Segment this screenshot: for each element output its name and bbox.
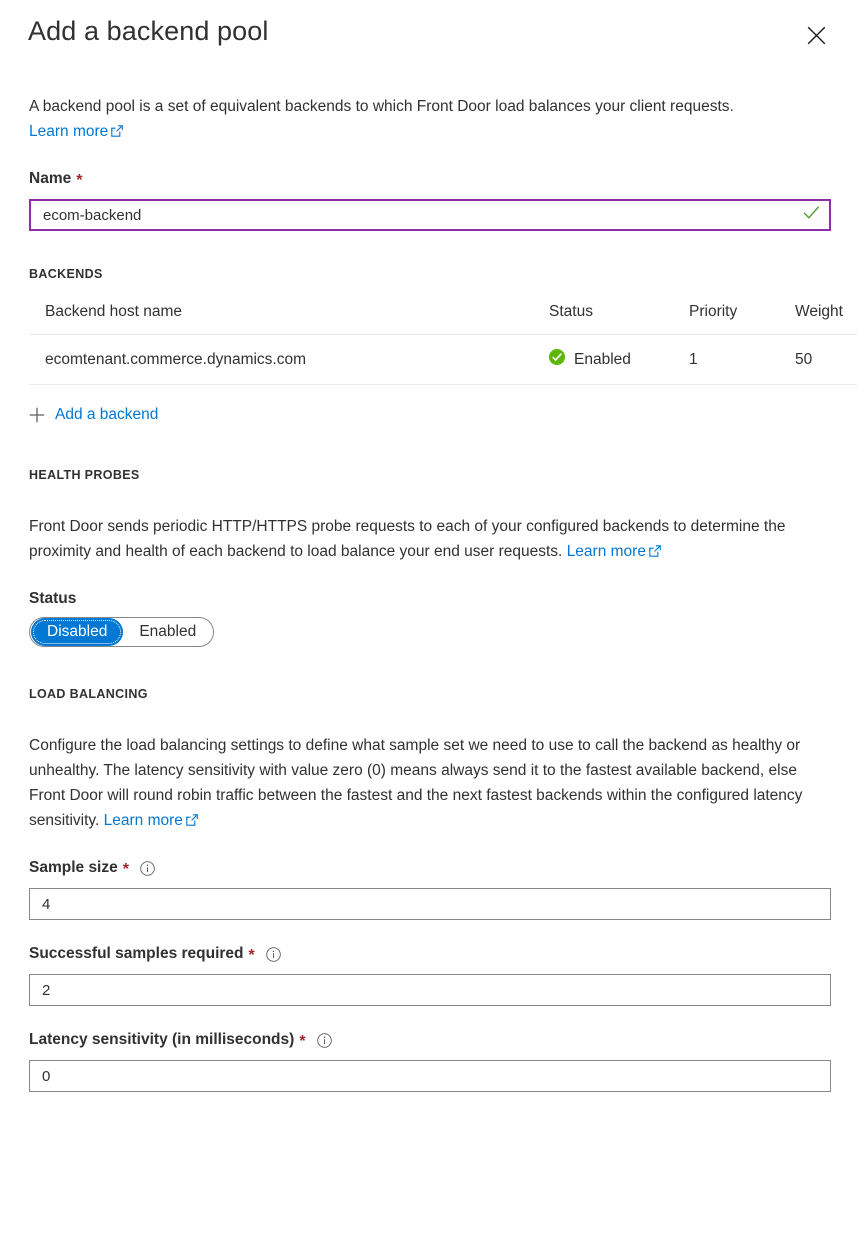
column-header-host-name: Backend host name [29, 297, 533, 335]
backends-table: Backend host name Status Priority Weight… [29, 297, 857, 385]
toggle-option-disabled[interactable]: Disabled [31, 618, 124, 646]
external-link-icon [111, 120, 124, 145]
successful-samples-label: Successful samples required * [29, 944, 831, 964]
close-icon [807, 26, 826, 45]
add-backend-button[interactable]: Add a backend [29, 405, 158, 425]
cell-weight: 50 [779, 334, 857, 385]
info-icon[interactable] [265, 946, 281, 962]
table-row[interactable]: ecomtenant.commerce.dynamics.com Enabled [29, 334, 857, 385]
intro-text: A backend pool is a set of equivalent ba… [29, 98, 734, 115]
health-probe-status-label: Status [29, 589, 831, 609]
learn-more-link-load-balancing[interactable]: Learn more [104, 812, 198, 829]
status-label: Enabled [574, 350, 631, 368]
external-link-icon [649, 540, 661, 565]
name-label-text: Name [29, 170, 72, 187]
latency-sensitivity-label-text: Latency sensitivity (in milliseconds) [29, 1031, 295, 1048]
load-balancing-description: Configure the load balancing settings to… [29, 733, 831, 834]
health-probes-section-title: HEALTH PROBES [29, 468, 140, 482]
plus-icon [29, 407, 45, 423]
required-marker: * [122, 861, 129, 878]
backends-table-body: ecomtenant.commerce.dynamics.com Enabled [29, 334, 857, 385]
close-button[interactable] [803, 22, 829, 48]
learn-more-label: Learn more [29, 123, 109, 140]
health-probes-description-text: Front Door sends periodic HTTP/HTTPS pro… [29, 518, 786, 560]
learn-more-link-health-probes[interactable]: Learn more [567, 543, 661, 560]
learn-more-link-intro[interactable]: Learn more [29, 123, 124, 140]
add-backend-label: Add a backend [55, 406, 159, 423]
name-input-wrapper [29, 199, 831, 231]
health-probes-description: Front Door sends periodic HTTP/HTTPS pro… [29, 514, 831, 565]
backends-table-head: Backend host name Status Priority Weight [29, 297, 857, 335]
column-header-priority: Priority [673, 297, 779, 335]
table-header-row: Backend host name Status Priority Weight [29, 297, 857, 335]
blade-header: Add a backend pool [0, 0, 857, 62]
status-badge: Enabled [549, 349, 673, 370]
cell-status: Enabled [533, 334, 673, 385]
info-icon[interactable] [140, 860, 155, 876]
toggle-option-enabled[interactable]: Enabled [123, 618, 212, 646]
health-probe-status-toggle[interactable]: Disabled Enabled [29, 617, 215, 647]
successful-samples-label-text: Successful samples required [29, 945, 244, 962]
latency-sensitivity-input-wrapper [29, 1060, 831, 1092]
cell-priority: 1 [673, 334, 779, 385]
status-label-text: Status [29, 590, 77, 607]
sample-size-label: Sample size * [29, 858, 831, 878]
required-marker: * [299, 1033, 306, 1050]
intro-description: A backend pool is a set of equivalent ba… [29, 94, 831, 145]
column-header-status: Status [533, 297, 673, 335]
sample-size-label-text: Sample size [29, 859, 118, 876]
status-enabled-icon [549, 349, 565, 370]
name-input[interactable] [29, 199, 831, 231]
sample-size-input-wrapper [29, 888, 831, 920]
cell-host-name: ecomtenant.commerce.dynamics.com [29, 334, 533, 385]
latency-sensitivity-label: Latency sensitivity (in milliseconds) * [29, 1030, 831, 1050]
add-backend-pool-blade: Add a backend pool A backend pool is a s… [0, 0, 857, 1253]
name-field-label: Name * [29, 169, 831, 189]
column-header-weight: Weight [779, 297, 857, 335]
blade-body: A backend pool is a set of equivalent ba… [0, 94, 857, 1092]
page-title: Add a backend pool [28, 16, 269, 46]
successful-samples-input[interactable] [29, 974, 831, 1006]
info-icon[interactable] [316, 1032, 332, 1048]
external-link-icon [186, 809, 198, 834]
required-marker: * [76, 172, 83, 189]
backends-section-title: BACKENDS [29, 267, 103, 281]
learn-more-label: Learn more [566, 543, 646, 560]
successful-samples-input-wrapper [29, 974, 831, 1006]
sample-size-input[interactable] [29, 888, 831, 920]
load-balancing-section-title: LOAD BALANCING [29, 687, 148, 701]
required-marker: * [248, 947, 255, 964]
latency-sensitivity-input[interactable] [29, 1060, 831, 1092]
learn-more-label: Learn more [103, 812, 183, 829]
